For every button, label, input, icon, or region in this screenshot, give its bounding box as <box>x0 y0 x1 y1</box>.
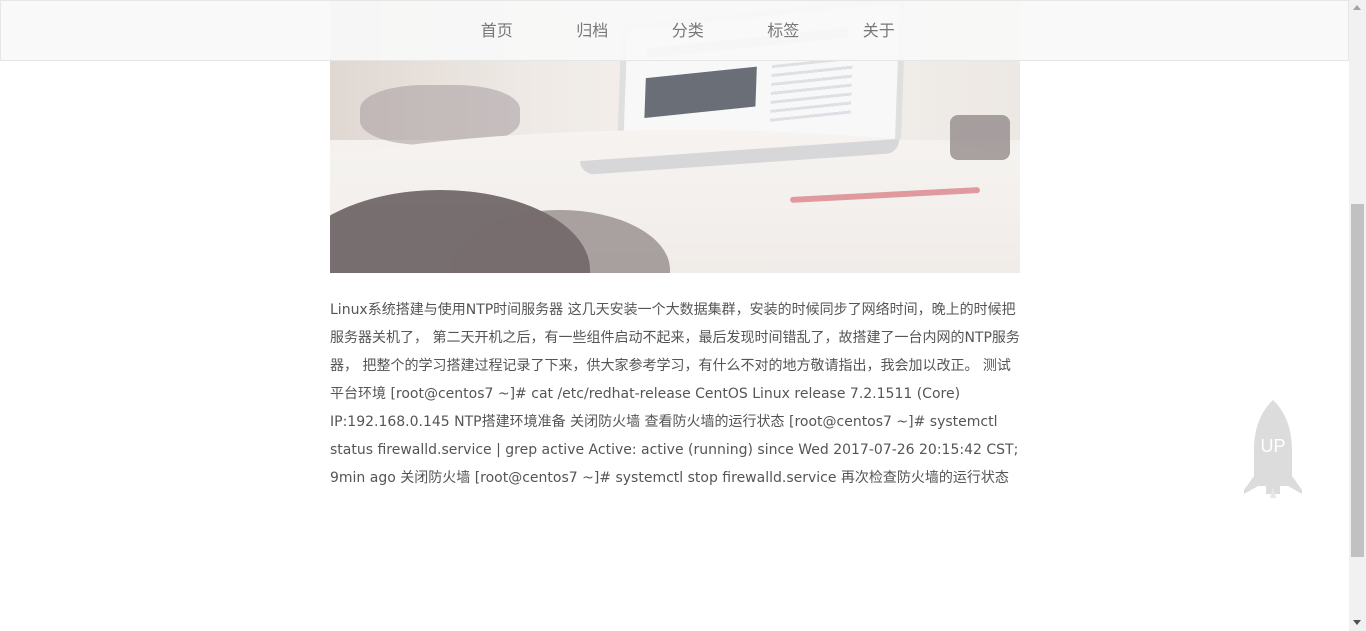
nav-menu: 首页 归档 分类 标签 关于 <box>449 1 927 62</box>
scroll-down-arrow-icon[interactable] <box>1353 620 1361 625</box>
scrollbar-thumb[interactable] <box>1351 204 1364 557</box>
post-excerpt: Linux系统搭建与使用NTP时间服务器 这几天安装一个大数据集群，安装的时候同… <box>330 302 1020 486</box>
top-navbar: 首页 归档 分类 标签 关于 <box>0 0 1349 61</box>
nav-item-categories[interactable]: 分类 <box>640 1 736 62</box>
scroll-up-arrow-icon[interactable] <box>1353 5 1361 10</box>
back-to-top-button[interactable]: UP <box>1242 398 1304 498</box>
nav-item-home[interactable]: 首页 <box>449 1 545 62</box>
nav-item-about[interactable]: 关于 <box>831 1 927 62</box>
nav-item-archive[interactable]: 归档 <box>545 1 641 62</box>
vertical-scrollbar[interactable] <box>1349 0 1366 631</box>
nav-item-tags[interactable]: 标签 <box>736 1 832 62</box>
back-to-top-label: UP <box>1260 436 1286 456</box>
